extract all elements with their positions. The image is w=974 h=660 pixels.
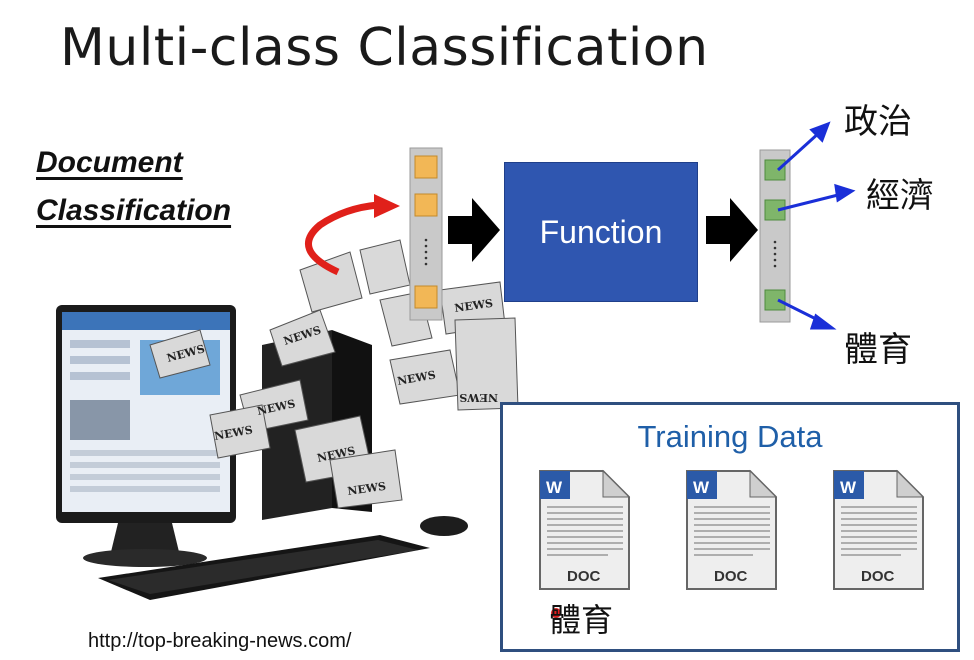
blue-arrowhead (809, 313, 837, 330)
doc-label: DOC (567, 568, 601, 585)
training-data-panel: Training Data W W W DOC DOC DOC 體育 (500, 402, 960, 652)
black-arrow-from-function (706, 198, 758, 262)
output-label-economy: 經濟 (866, 176, 934, 216)
output-vector (759, 149, 791, 323)
training-example-label: 體育 (549, 601, 614, 639)
doc-label: DOC (861, 568, 895, 585)
output-label-politics: 政治 (844, 102, 912, 142)
black-arrow-to-function (448, 198, 500, 262)
function-box: Function (504, 162, 698, 302)
doc-icon-letter: W (693, 478, 710, 497)
input-vector (409, 147, 443, 321)
mouse-illustration (420, 516, 468, 536)
blue-arrowhead (834, 183, 856, 203)
output-label-sports: 體育 (844, 330, 912, 370)
doc-icon-letter: W (546, 478, 563, 497)
doc-label: DOC (714, 568, 748, 585)
red-arrowhead (374, 194, 400, 218)
source-url: http://top-breaking-news.com/ (88, 630, 352, 652)
doc-icon-letter: W (840, 478, 857, 497)
news-label: NEWS (459, 391, 498, 404)
computer-monitor-illustration (56, 305, 236, 567)
